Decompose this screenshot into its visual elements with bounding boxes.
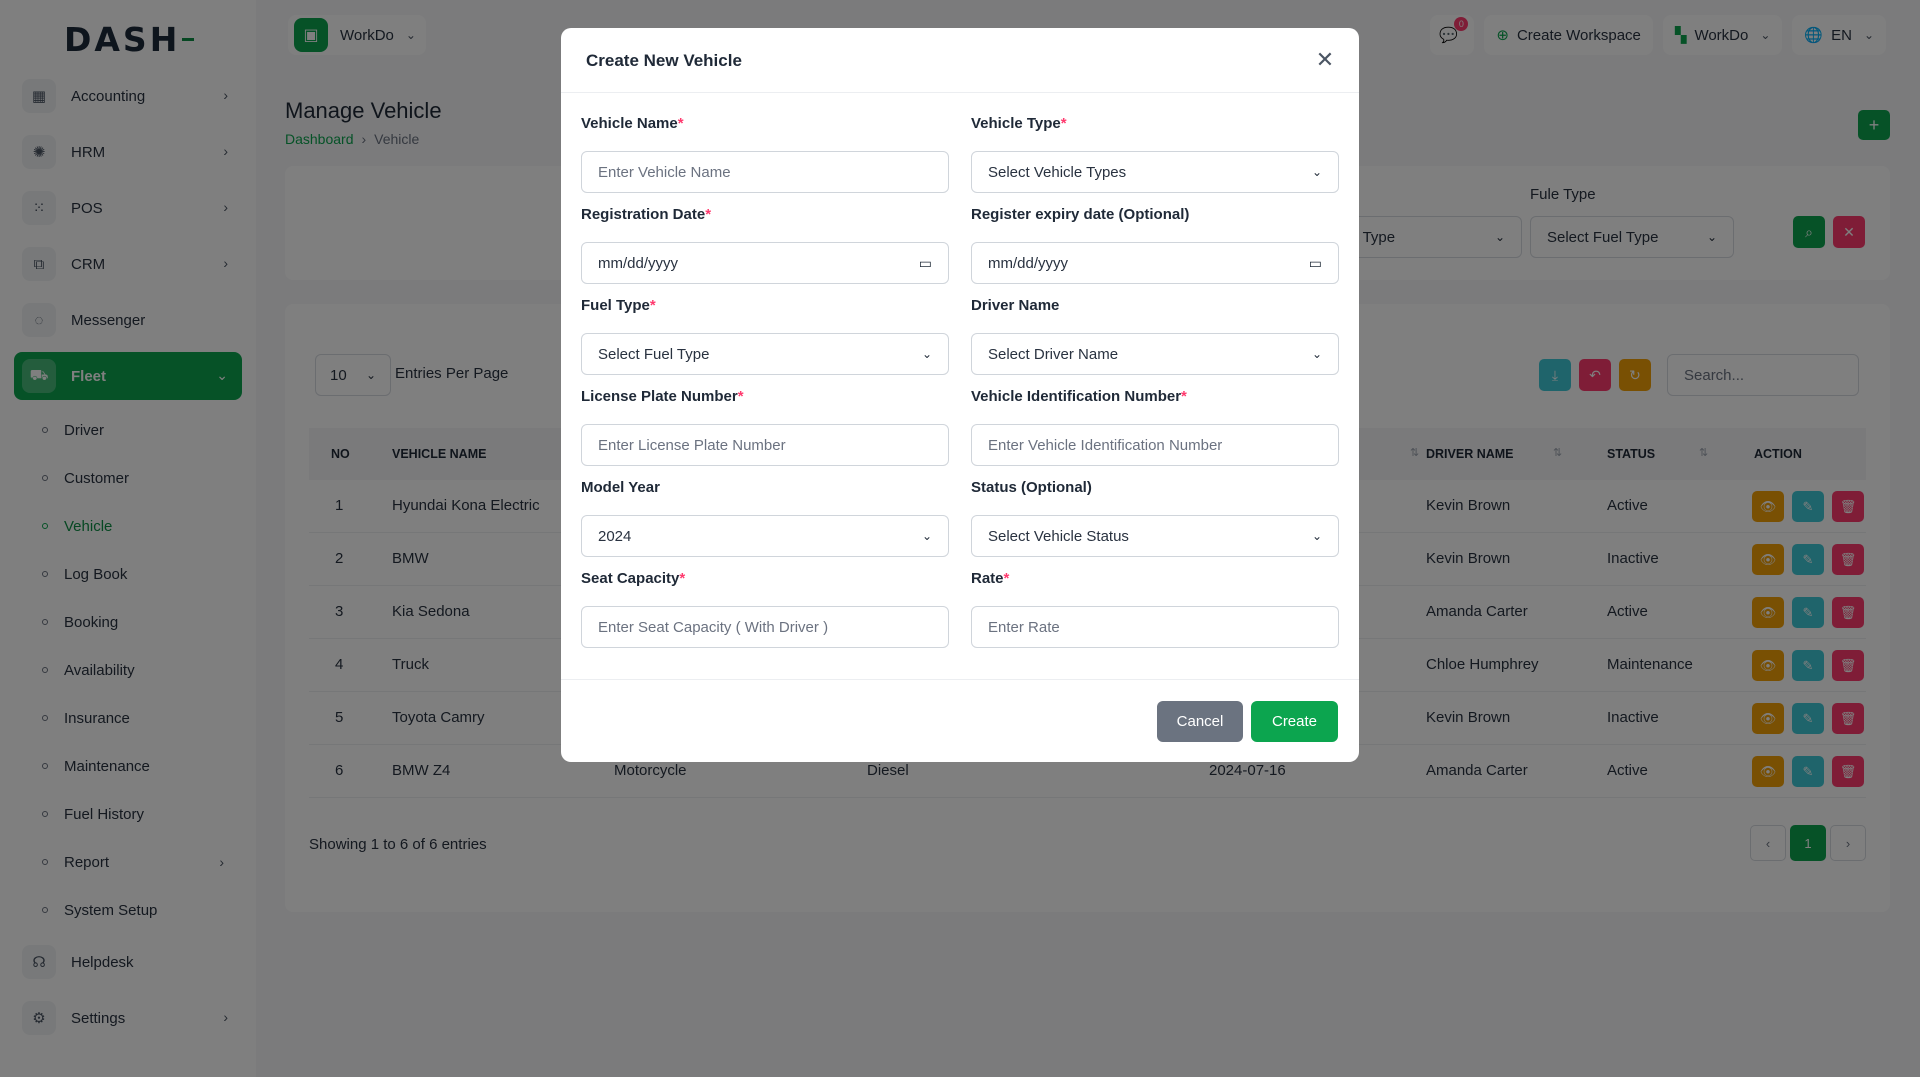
expiry-date-group: Register expiry date (Optional) mm/dd/yy… — [971, 206, 1339, 284]
vehicle-name-input[interactable]: Enter Vehicle Name — [581, 151, 949, 193]
placeholder-text: Enter Vehicle Name — [598, 163, 731, 181]
model-year-group: Model Year 2024 ⌄ — [581, 479, 949, 557]
required-mark: * — [737, 388, 744, 405]
modal-title: Create New Vehicle — [586, 51, 742, 70]
license-plate-group: License Plate Number* Enter License Plat… — [581, 388, 949, 466]
label-text: License Plate Number — [581, 388, 738, 405]
create-vehicle-modal: Create New Vehicle ✕ Vehicle Name* Enter… — [561, 28, 1359, 762]
vin-input[interactable]: Enter Vehicle Identification Number — [971, 424, 1339, 466]
chevron-down-icon: ⌄ — [921, 529, 932, 543]
chevron-down-icon: ⌄ — [1311, 347, 1322, 361]
vin-label: Vehicle Identification Number* — [971, 388, 1339, 410]
label-text: Rate — [971, 570, 1004, 587]
registration-date-group: Registration Date* mm/dd/yyyy ▭ — [581, 206, 949, 284]
placeholder-text: Enter Rate — [988, 618, 1060, 636]
label-text: Vehicle Type — [971, 115, 1061, 132]
placeholder-text: Enter Vehicle Identification Number — [988, 436, 1223, 454]
label-text: Vehicle Name — [581, 115, 678, 132]
fuel-type-label: Fuel Type* — [581, 297, 949, 319]
required-mark: * — [705, 206, 712, 223]
select-value: Select Vehicle Types — [988, 163, 1127, 181]
expiry-date-input[interactable]: mm/dd/yyyy ▭ — [971, 242, 1339, 284]
status-group: Status (Optional) Select Vehicle Status ⌄ — [971, 479, 1339, 557]
required-mark: * — [1060, 115, 1067, 132]
rate-label: Rate* — [971, 570, 1339, 592]
vehicle-name-label: Vehicle Name* — [581, 115, 949, 137]
seat-capacity-group: Seat Capacity* Enter Seat Capacity ( Wit… — [581, 570, 949, 648]
placeholder-text: Enter Seat Capacity ( With Driver ) — [598, 618, 829, 636]
label-text: Registration Date — [581, 206, 706, 223]
driver-name-select[interactable]: Select Driver Name ⌄ — [971, 333, 1339, 375]
close-icon: ✕ — [1315, 47, 1335, 72]
label-text: Fuel Type — [581, 297, 650, 314]
model-year-select[interactable]: 2024 ⌄ — [581, 515, 949, 557]
rate-input[interactable]: Enter Rate — [971, 606, 1339, 648]
expiry-date-label: Register expiry date (Optional) — [971, 206, 1339, 228]
vehicle-name-group: Vehicle Name* Enter Vehicle Name — [581, 115, 949, 193]
registration-date-label: Registration Date* — [581, 206, 949, 228]
driver-name-label: Driver Name — [971, 297, 1339, 319]
cancel-button[interactable]: Cancel — [1157, 701, 1243, 742]
chevron-down-icon: ⌄ — [1311, 165, 1322, 179]
label-text: Seat Capacity — [581, 570, 680, 587]
vehicle-type-select[interactable]: Select Vehicle Types ⌄ — [971, 151, 1339, 193]
status-label: Status (Optional) — [971, 479, 1092, 496]
license-plate-label: License Plate Number* — [581, 388, 949, 410]
required-mark: * — [1181, 388, 1187, 405]
model-year-label: Model Year — [581, 479, 660, 496]
calendar-icon[interactable]: ▭ — [919, 255, 932, 272]
required-mark: * — [1003, 570, 1010, 587]
seat-capacity-input[interactable]: Enter Seat Capacity ( With Driver ) — [581, 606, 949, 648]
rate-group: Rate* Enter Rate — [971, 570, 1339, 648]
fuel-type-select[interactable]: Select Fuel Type ⌄ — [581, 333, 949, 375]
date-value: mm/dd/yyyy — [598, 254, 679, 272]
required-mark: * — [679, 570, 686, 587]
chevron-down-icon: ⌄ — [921, 347, 932, 361]
select-value: Select Fuel Type — [598, 345, 710, 363]
fuel-type-group: Fuel Type* Select Fuel Type ⌄ — [581, 297, 949, 375]
required-mark: * — [649, 297, 656, 314]
create-button[interactable]: Create — [1251, 701, 1338, 742]
seat-capacity-label: Seat Capacity* — [581, 570, 949, 592]
license-plate-input[interactable]: Enter License Plate Number — [581, 424, 949, 466]
placeholder-text: Enter License Plate Number — [598, 436, 786, 454]
close-button[interactable]: ✕ — [1311, 46, 1339, 74]
calendar-icon[interactable]: ▭ — [1309, 255, 1322, 272]
label-text: Vehicle Identification Number — [971, 388, 1182, 405]
label-text: Driver Name — [971, 297, 1060, 314]
label-text: Register expiry date (Optional) — [971, 206, 1190, 223]
modal-header: Create New Vehicle ✕ — [561, 28, 1359, 93]
vehicle-type-group: Vehicle Type* Select Vehicle Types ⌄ — [971, 115, 1339, 193]
modal-footer: Cancel Create — [561, 679, 1359, 762]
select-value: Select Driver Name — [988, 345, 1119, 363]
required-mark: * — [677, 115, 684, 132]
select-value: 2024 — [598, 527, 632, 545]
registration-date-input[interactable]: mm/dd/yyyy ▭ — [581, 242, 949, 284]
driver-name-group: Driver Name Select Driver Name ⌄ — [971, 297, 1339, 375]
date-value: mm/dd/yyyy — [988, 254, 1069, 272]
status-select[interactable]: Select Vehicle Status ⌄ — [971, 515, 1339, 557]
select-value: Select Vehicle Status — [988, 527, 1129, 545]
vin-group: Vehicle Identification Number* Enter Veh… — [971, 388, 1339, 466]
chevron-down-icon: ⌄ — [1311, 529, 1322, 543]
vehicle-type-label: Vehicle Type* — [971, 115, 1339, 137]
